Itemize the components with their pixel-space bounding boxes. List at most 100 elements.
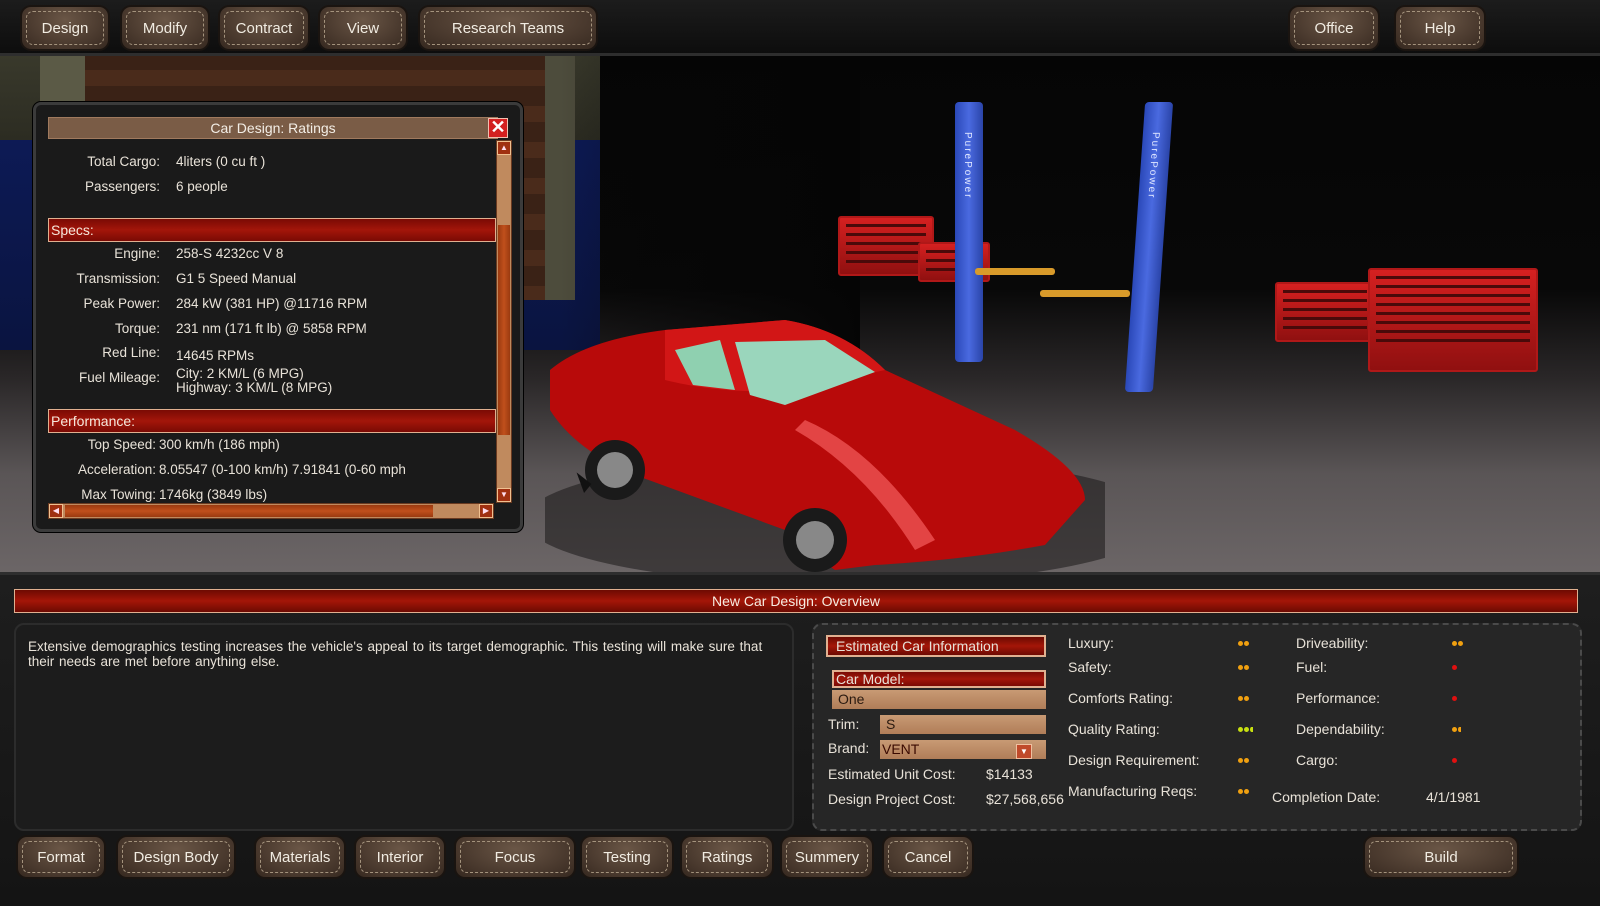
row-value: 6 people [176,179,228,194]
rating-label: Design Requirement: [1068,752,1200,768]
star-dot [1238,789,1243,794]
dropdown-arrow-icon[interactable]: ▼ [1016,744,1032,759]
car-model-input[interactable]: One [832,690,1046,709]
row-label: Fuel Mileage: [78,370,160,385]
button-label: Contract [235,19,293,37]
rating-label: Performance: [1296,690,1381,706]
row-label: Passengers: [84,179,160,194]
contract-button[interactable]: Contract [220,7,308,49]
rating-stars-icon [1452,727,1461,732]
button-label: Build [1424,848,1458,866]
star-dot [1238,727,1243,732]
row-value: 231 nm (171 ft lb) @ 5858 RPM [176,321,367,336]
format-button[interactable]: Format [18,837,104,877]
row-label: Red Line: [102,345,160,360]
star-dot [1238,641,1243,646]
rating-stars-icon [1238,696,1249,701]
estimated-car-info-header: Estimated Car Information [826,635,1046,657]
star-dot [1244,641,1249,646]
rating-stars-icon [1238,665,1249,670]
button-label: Testing [603,848,651,866]
star-dot [1458,641,1463,646]
vertical-scrollbar[interactable]: ▲ ▼ [496,140,512,503]
rating-stars-icon [1238,727,1253,732]
scroll-left-arrow-icon[interactable]: ◀ [49,504,63,518]
row-value: 300 km/h (186 mph) [159,437,280,452]
rating-label: Fuel: [1296,659,1328,675]
completion-date-value: 4/1/1981 [1426,789,1481,805]
rating-label: Quality Rating: [1068,721,1160,737]
ratings-content: Total Cargo: 4liters (0 cu ft ) Passenger… [48,140,496,503]
cancel-button[interactable]: Cancel [884,837,972,877]
focus-button[interactable]: Focus [456,837,574,877]
star-dot [1452,696,1457,701]
scroll-down-arrow-icon[interactable]: ▼ [497,488,511,502]
research-teams-button[interactable]: Research Teams [420,7,596,49]
scrollbar-thumb[interactable] [65,505,433,517]
star-dot [1244,696,1249,701]
row-label: Transmission: [76,271,160,286]
row-value: Highway: 3 KM/L (8 MPG) [176,380,333,395]
design-body-button[interactable]: Design Body [118,837,234,877]
button-label: Design Body [133,848,219,866]
rating-label: Driveability: [1296,635,1369,651]
rating-stars-icon [1452,641,1463,646]
unit-cost-label: Estimated Unit Cost: [828,766,956,782]
rating-stars-icon [1238,758,1249,763]
car-model-3d[interactable] [545,300,1105,580]
testing-button[interactable]: Testing [582,837,672,877]
row-label: Top Speed: [87,437,156,452]
button-label: Materials [269,848,331,866]
lift-brand-label: PurePower [1145,132,1162,200]
rating-stars-icon [1238,641,1249,646]
office-button[interactable]: Office [1290,7,1378,49]
car-design-ratings-window: Car Design: Ratings ✕ Total Cargo: 4liter… [33,102,523,532]
row-value: City: 2 KM/L (6 MPG) [176,366,304,381]
star-dot [1452,758,1457,763]
star-dot [1244,758,1249,763]
modify-button[interactable]: Modify [122,7,208,49]
button-label: Help [1424,19,1456,37]
top-menu-bar: Design Modify Contract View Research Tea… [0,0,1600,56]
star-dot [1238,696,1243,701]
button-label: Design [41,19,89,37]
star-half-dot [1458,727,1461,732]
toolbox [1275,282,1375,342]
description-box: Extensive demographics testing increases… [14,623,794,831]
ratings-button[interactable]: Ratings [682,837,772,877]
trim-input[interactable]: S [880,715,1046,734]
car-model-label: Car Model: [832,670,1046,688]
build-button[interactable]: Build [1365,837,1517,877]
interior-button[interactable]: Interior [356,837,444,877]
summery-button[interactable]: Summery [782,837,872,877]
window-title[interactable]: Car Design: Ratings [48,117,498,139]
scroll-up-arrow-icon[interactable]: ▲ [497,141,511,155]
star-dot [1452,641,1457,646]
overview-panel: New Car Design: Overview Extensive demog… [0,572,1600,906]
view-button[interactable]: View [320,7,406,49]
button-label: Interior [376,848,424,866]
row-value: G1 5 Speed Manual [176,271,297,286]
materials-button[interactable]: Materials [256,837,344,877]
brand-label: Brand: [828,740,870,756]
rating-stars-icon [1238,789,1249,794]
help-button[interactable]: Help [1396,7,1484,49]
row-value: 1746kg (3849 lbs) [159,487,268,502]
button-label: Format [37,848,85,866]
design-button[interactable]: Design [22,7,108,49]
button-label: Cancel [904,848,952,866]
performance-section-header: Performance: [48,409,496,433]
button-label: Research Teams [451,19,565,37]
project-cost-label: Design Project Cost: [828,791,956,807]
close-icon[interactable]: ✕ [488,118,508,138]
overview-title: New Car Design: Overview [14,589,1578,613]
row-value: 8.05547 (0-100 km/h) 7.91841 (0-60 mph [159,462,406,477]
horizontal-scrollbar[interactable]: ◀ ▶ [48,503,494,519]
row-label: Total Cargo: [87,154,160,169]
row-label: Engine: [114,246,160,261]
row-value: 284 kW (381 HP) @11716 RPM [176,296,368,311]
lift-arm [1040,290,1130,297]
scroll-right-arrow-icon[interactable]: ▶ [479,504,493,518]
rating-label: Manufacturing Reqs: [1068,783,1198,799]
scrollbar-thumb[interactable] [498,225,510,435]
